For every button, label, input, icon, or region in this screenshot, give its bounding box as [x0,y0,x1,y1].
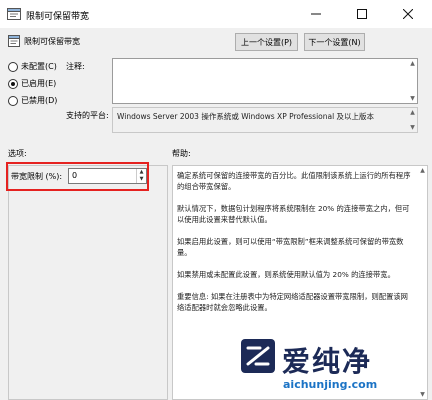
radio-enabled[interactable]: 已启用(E) [8,78,56,89]
help-paragraph: 如果禁用或未配置此设置，则系统使用默认值为 20% 的连接带宽。 [177,270,395,279]
radio-label: 已启用(E) [21,79,57,88]
watermark-brand: 爱纯净 [282,345,373,378]
next-setting-button[interactable]: 下一个设置(N) [304,33,365,51]
window-title: 限制可保留带宽 [26,12,90,22]
maximize-icon [357,9,367,19]
help-header: 帮助: [172,149,191,158]
radio-circle[interactable] [8,95,18,106]
policy-icon [8,35,20,47]
policy-name: 限制可保留带宽 [24,37,80,46]
minimize-button[interactable] [293,0,339,28]
help-paragraph: 重要信息: 如果在注册表中为特定网络适配器设置带宽限制，则配置该网络适配器时就会… [177,292,408,312]
minimize-icon [311,13,321,15]
options-pane [8,165,168,400]
watermark-url: aichunjing.com [283,378,378,391]
highlight-box [6,162,149,191]
radio-not-configured[interactable]: 未配置(C) [8,61,57,72]
supported-on-label: 支持的平台: [66,111,109,120]
radio-circle-selected[interactable] [8,78,18,89]
options-header: 选项: [8,149,27,158]
close-icon [403,9,413,19]
help-text: 确定系统可保留的连接带宽的百分比。此值限制该系统上运行的所有程序的组合带宽保留。… [177,170,413,324]
help-paragraph: 默认情况下，数据包计划程序将系统限制在 20% 的连接带宽之内，但可以使用此设置… [177,204,410,224]
radio-disabled[interactable]: 已禁用(D) [8,95,57,106]
help-scrollbar[interactable]: ▲ ▼ [418,166,427,399]
maximize-button[interactable] [339,0,385,28]
policy-window-icon [7,8,21,20]
supported-on-value: Windows Server 2003 操作系统或 Windows XP Pro… [117,112,375,121]
comment-textarea[interactable]: ▲ ▼ [112,58,418,104]
radio-label: 已禁用(D) [21,96,58,105]
comment-label: 注释: [66,62,85,71]
previous-setting-button[interactable]: 上一个设置(P) [235,33,298,51]
watermark-logo-icon [241,339,275,373]
radio-circle[interactable] [8,61,18,72]
help-paragraph: 如果启用此设置，则可以使用“带宽限制”框来调整系统可保留的带宽数量。 [177,237,404,257]
close-button[interactable] [385,0,431,28]
supported-on-box: Windows Server 2003 操作系统或 Windows XP Pro… [112,107,418,133]
comment-scrollbar[interactable]: ▲ ▼ [408,59,417,103]
supported-on-scrollbar[interactable]: ▲ ▼ [408,108,417,132]
radio-label: 未配置(C) [21,62,57,71]
help-paragraph: 确定系统可保留的连接带宽的百分比。此值限制该系统上运行的所有程序的组合带宽保留。 [177,171,411,191]
